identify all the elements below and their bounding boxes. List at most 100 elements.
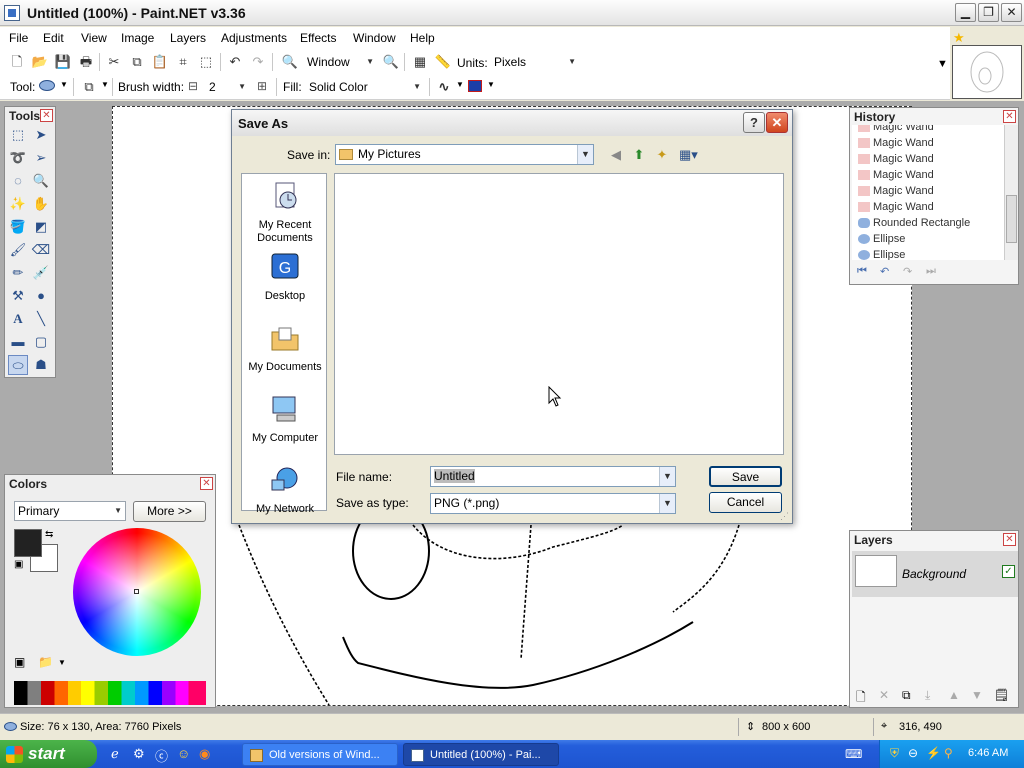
redo-icon[interactable]: ↷ <box>249 53 267 71</box>
save-in-combo[interactable]: My Pictures ▼ <box>335 144 594 165</box>
menu-edit[interactable]: Edit <box>43 31 64 45</box>
place-my-recent-documents[interactable]: My Recent Documents <box>242 180 328 245</box>
zoom-in-icon[interactable]: 🔍 <box>382 53 400 71</box>
dialog-close-button[interactable]: ✕ <box>766 112 788 133</box>
primary-color-swatch[interactable] <box>14 529 42 557</box>
menu-view[interactable]: View <box>81 31 107 45</box>
add-layer-icon[interactable]: 🗋 <box>856 688 866 709</box>
chevron-down-icon[interactable]: ▼ <box>60 80 68 89</box>
ellipse-tool-icon[interactable] <box>39 80 55 91</box>
cancel-button[interactable]: Cancel <box>709 492 782 513</box>
fast-forward-icon[interactable]: ⏭ <box>926 265 936 278</box>
place-desktop[interactable]: G Desktop <box>242 251 328 303</box>
chevron-down-icon[interactable]: ▼ <box>487 80 495 89</box>
zoom-out-icon[interactable]: 🔍 <box>281 53 299 71</box>
crop-icon[interactable]: ⌗ <box>174 53 192 71</box>
move-layer-up-icon[interactable]: ▲ <box>948 688 960 702</box>
views-menu-icon[interactable]: ▦▾ <box>679 146 698 164</box>
units-combo[interactable]: Pixels ▼ <box>490 52 580 72</box>
paint-bucket-tool-icon[interactable]: 🪣 <box>8 217 28 237</box>
deselect-icon[interactable]: ⬚ <box>197 53 215 71</box>
ruler-icon[interactable]: 📏 <box>434 53 452 71</box>
firefox-icon[interactable]: ◉ <box>199 746 210 762</box>
history-item-rounded-rectangle[interactable]: Rounded Rectangle <box>858 215 970 231</box>
blend-mode-icon[interactable] <box>468 80 482 92</box>
chevron-down-icon[interactable]: ▼ <box>456 80 464 89</box>
place-my-computer[interactable]: My Computer <box>242 393 328 445</box>
history-item-ellipse[interactable]: Ellipse <box>858 231 905 247</box>
new-icon[interactable]: 🗋 <box>8 53 26 71</box>
brush-width-combo[interactable]: 2 ▼ <box>205 77 250 97</box>
dialog-title-bar[interactable]: Save As ? ✕ <box>232 110 792 136</box>
duplicate-layer-icon[interactable]: ⧉ <box>902 688 911 703</box>
recolor-tool-icon[interactable]: ● <box>31 286 51 306</box>
menu-window[interactable]: Window <box>353 31 396 45</box>
file-name-input[interactable]: Untitled ▼ <box>430 466 676 487</box>
chevron-down-icon[interactable]: ▼ <box>577 145 593 164</box>
lasso-select-tool-icon[interactable]: ➰ <box>8 148 28 168</box>
maximize-button[interactable]: ❐ <box>978 3 999 22</box>
back-icon[interactable]: ◀ <box>607 146 625 164</box>
history-item-magic-wand[interactable]: Magic Wand <box>858 135 934 151</box>
open-icon[interactable]: 📂 <box>31 53 49 71</box>
scrollbar-thumb[interactable] <box>1006 195 1017 243</box>
place-my-documents[interactable]: My Documents <box>242 322 328 374</box>
network-icon[interactable]: ⚡ <box>926 746 941 760</box>
print-icon[interactable]: 🖶 <box>77 53 95 71</box>
line-curve-tool-icon[interactable]: ╲ <box>31 309 51 329</box>
menu-help[interactable]: Help <box>410 31 435 45</box>
history-item-magic-wand[interactable]: Magic Wand <box>858 199 934 215</box>
rounded-rectangle-tool-icon[interactable]: ▢ <box>31 332 51 352</box>
save-button[interactable]: Save <box>709 466 782 487</box>
zoom-combo[interactable]: Window ▼ <box>303 52 378 72</box>
color-picker-tool-icon[interactable]: 💉 <box>31 263 51 283</box>
ellipse-select-tool-icon[interactable]: ◌ <box>8 171 28 191</box>
place-my-network[interactable]: My Network <box>242 464 328 516</box>
history-scrollbar[interactable] <box>1004 125 1018 260</box>
save-icon[interactable]: 💾 <box>54 53 72 71</box>
clock[interactable]: 6:46 AM <box>968 747 1008 759</box>
menu-effects[interactable]: Effects <box>300 31 336 45</box>
menu-adjustments[interactable]: Adjustments <box>221 31 287 45</box>
layer-properties-icon[interactable]: 🗒 <box>994 688 1009 702</box>
delete-layer-icon[interactable]: ✕ <box>879 688 889 702</box>
undo-icon[interactable]: ↶ <box>226 53 244 71</box>
close-icon[interactable]: ✕ <box>40 109 53 122</box>
freeform-shape-tool-icon[interactable]: ☗ <box>31 355 51 375</box>
paste-icon[interactable]: 📋 <box>151 53 169 71</box>
internet-explorer-icon[interactable]: ℯ <box>111 746 119 762</box>
quicklaunch-icon[interactable]: ⚙ <box>133 746 145 762</box>
color-wheel[interactable] <box>73 528 201 656</box>
history-item-magic-wand[interactable]: Magic Wand <box>858 151 934 167</box>
menu-layers[interactable]: Layers <box>170 31 206 45</box>
menu-image[interactable]: Image <box>121 31 154 45</box>
thumbnail-dropdown-icon[interactable]: ▼ <box>937 58 948 70</box>
taskbar-item-paintnet[interactable]: Untitled (100%) - Pai... <box>403 743 559 766</box>
close-button[interactable]: ✕ <box>1001 3 1022 22</box>
palette-menu-icon[interactable]: 📁 <box>38 655 53 669</box>
security-shield-icon[interactable]: ⛨ <box>890 746 899 761</box>
taskbar-item-browser[interactable]: Old versions of Wind... <box>242 743 398 766</box>
paintbrush-tool-icon[interactable]: 🖌 <box>8 240 28 260</box>
file-list[interactable] <box>334 173 784 455</box>
save-as-type-combo[interactable]: PNG (*.png) ▼ <box>430 493 676 514</box>
clone-stamp-tool-icon[interactable]: ⚒ <box>8 286 28 306</box>
new-folder-icon[interactable]: ✦ <box>653 146 671 164</box>
ellipse-tool-icon[interactable]: ⬭ <box>8 355 28 375</box>
tray-icon[interactable]: ⊖ <box>908 746 918 760</box>
swap-colors-icon[interactable]: ⇆ <box>45 529 53 540</box>
merge-layer-icon[interactable]: ⤓ <box>925 688 930 703</box>
brush-width-increase[interactable]: ⊞ <box>257 79 267 93</box>
close-icon[interactable]: ✕ <box>200 477 213 490</box>
chevron-down-icon[interactable]: ▼ <box>659 494 675 513</box>
image-thumbnail[interactable]: ★ <box>952 30 1022 99</box>
chevron-down-icon[interactable]: ▼ <box>58 658 66 667</box>
cut-icon[interactable]: ✂ <box>105 53 123 71</box>
keyboard-icon[interactable]: ⌨ <box>845 747 862 761</box>
shape-type-icon[interactable]: ⧉ <box>80 78 98 96</box>
color-palette[interactable] <box>14 681 206 705</box>
eraser-tool-icon[interactable]: ⌫ <box>31 240 51 260</box>
close-icon[interactable]: ✕ <box>1003 533 1016 546</box>
color-mode-combo[interactable]: Primary ▼ <box>14 501 126 521</box>
history-item-ellipse[interactable]: Ellipse <box>858 247 905 260</box>
